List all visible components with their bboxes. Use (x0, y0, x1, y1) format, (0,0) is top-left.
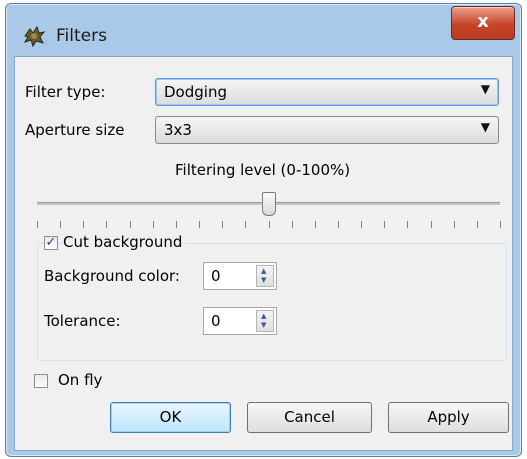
slider-tick (152, 221, 154, 228)
filter-type-select[interactable]: Dodging ▼ (155, 78, 499, 106)
tolerance-label: Tolerance: (44, 312, 121, 330)
on-fly-label: On fly (58, 371, 103, 389)
checkmark-icon: ✓ (45, 235, 57, 250)
aperture-size-select[interactable]: 3x3 ▼ (155, 116, 499, 144)
filtering-level-ticks (37, 221, 501, 229)
filter-type-label: Filter type: (25, 83, 106, 101)
filter-type-value: Dodging (164, 83, 227, 101)
slider-tick (129, 221, 131, 228)
slider-tick (407, 221, 409, 228)
slider-tick (384, 221, 386, 228)
spin-up-icon[interactable]: ▲ (261, 312, 266, 320)
window-title: Filters (56, 26, 107, 46)
on-fly-checkbox[interactable] (34, 374, 48, 388)
background-color-label: Background color: (44, 267, 180, 285)
slider-tick (337, 221, 339, 228)
dialog-body: Filter type: Dodging ▼ Aperture size 3x3… (14, 56, 513, 451)
cut-background-label: Cut background (63, 233, 186, 251)
slider-tick (222, 221, 224, 228)
slider-tick (291, 221, 293, 228)
slider-tick (361, 221, 363, 228)
cancel-button[interactable]: Cancel (247, 402, 372, 433)
tolerance-spinbox[interactable]: 0 ▲ ▼ (203, 307, 277, 335)
aperture-size-value: 3x3 (164, 121, 192, 139)
chevron-down-icon: ▼ (480, 120, 490, 134)
slider-tick (60, 221, 62, 228)
apply-button[interactable]: Apply (388, 402, 509, 433)
slider-tick (106, 221, 108, 228)
slider-tick (175, 221, 177, 228)
slider-tick (476, 221, 478, 228)
background-color-spinbox[interactable]: 0 ▲ ▼ (203, 262, 277, 290)
tolerance-value: 0 (211, 312, 221, 330)
filter-app-icon (23, 25, 46, 48)
aperture-size-label: Aperture size (25, 121, 125, 139)
slider-tick (199, 221, 201, 228)
spin-down-icon[interactable]: ▼ (261, 321, 266, 329)
filters-dialog: Filters x Filter type: Dodging ▼ Apertur… (5, 3, 522, 457)
close-button[interactable]: x (451, 6, 515, 40)
spin-up-icon[interactable]: ▲ (261, 267, 266, 275)
slider-tick (245, 221, 247, 228)
spin-buttons[interactable]: ▲ ▼ (256, 265, 274, 287)
cut-background-checkbox[interactable]: ✓ (44, 236, 58, 250)
slider-tick (83, 221, 85, 228)
slider-tick (37, 221, 38, 228)
filtering-level-slider-handle[interactable] (261, 192, 276, 216)
slider-tick (430, 221, 432, 228)
slider-tick (500, 221, 501, 228)
close-icon: x (477, 11, 489, 32)
background-color-value: 0 (211, 267, 221, 285)
chevron-down-icon: ▼ (480, 82, 490, 96)
slider-tick (268, 221, 270, 228)
slider-tick (453, 221, 455, 228)
spin-down-icon[interactable]: ▼ (261, 276, 266, 284)
filtering-level-label: Filtering level (0-100%) (175, 161, 351, 179)
slider-tick (314, 221, 316, 228)
title-bar[interactable]: Filters x (6, 4, 521, 56)
spin-buttons[interactable]: ▲ ▼ (256, 310, 274, 332)
ok-button[interactable]: OK (110, 402, 231, 433)
cut-background-group (37, 243, 507, 361)
